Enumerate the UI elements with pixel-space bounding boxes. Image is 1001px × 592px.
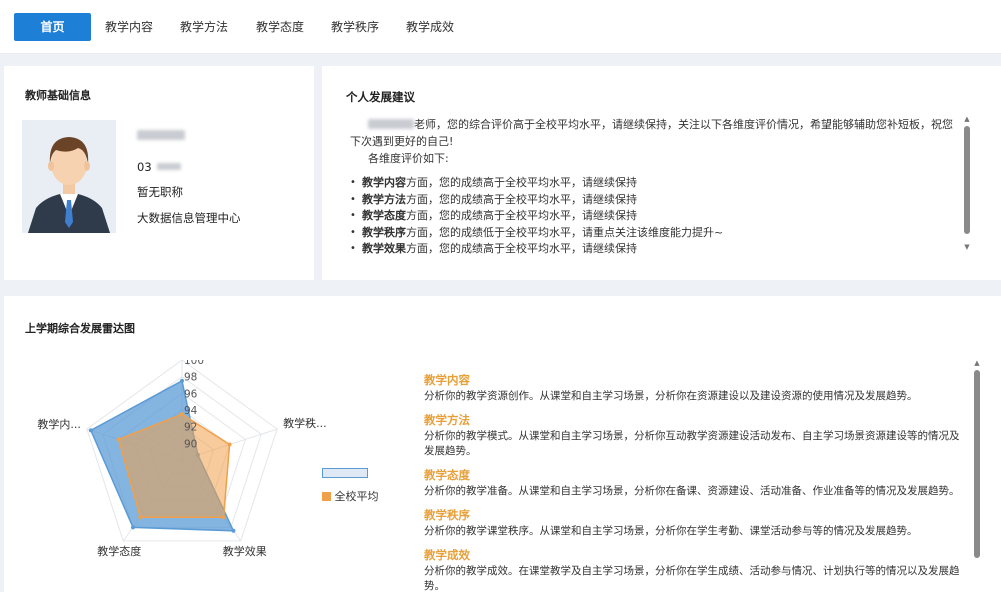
dimension-desc: 分析你的教学课堂秩序。从课堂和自主学习场景，分析你在学生考勤、课堂活动参与等的情…: [424, 525, 918, 537]
legend-school-swatch: [322, 492, 331, 501]
dimension-list: 教学内容 分析你的教学资源创作。从课堂和自主学习场景，分析你在资源建设以及建设资…: [424, 372, 969, 592]
radar-scale-label: 98: [184, 372, 197, 384]
legend-school-label: 全校平均: [334, 490, 379, 503]
list-item: 教学态度 分析你的教学准备。从课堂和自主学习场景，分析你在备课、资源建设、活动准…: [424, 467, 969, 499]
tab-teaching-order[interactable]: 教学秩序: [326, 13, 384, 41]
advice-text: 方面，您的成绩高于全校平均水平，请继续保持: [406, 192, 637, 206]
tab-home[interactable]: 首页: [14, 13, 91, 41]
radar-scale-label: 94: [184, 405, 198, 417]
list-item: 教学方法方面，您的成绩高于全校平均水平，请继续保持: [350, 192, 960, 209]
dimension-desc: 分析你的教学资源创作。从课堂和自主学习场景，分析你在资源建设以及建设资源的使用情…: [424, 390, 918, 402]
radar-axis-label: 教学态度: [97, 544, 141, 558]
radar-scale-label: 92: [184, 422, 197, 434]
advice-dim: 教学内容: [362, 176, 406, 189]
radar-point-school: [221, 515, 226, 520]
teacher-id-redacted: [157, 163, 182, 170]
radar-point-teacher: [231, 528, 236, 533]
advice-dim: 教学效果: [362, 242, 406, 255]
tab-teaching-content[interactable]: 教学内容: [100, 13, 158, 41]
dimension-title: 教学秩序: [424, 508, 470, 522]
radar-point-school: [116, 437, 121, 442]
radar-point-school: [138, 515, 143, 520]
teacher-department: 大数据信息管理中心: [137, 211, 241, 225]
radar-scale-label: 100: [184, 360, 204, 367]
dimension-title: 教学态度: [424, 468, 470, 482]
radar-point-teacher: [131, 525, 136, 530]
advice-dim: 教学秩序: [362, 225, 406, 239]
advice-title: 个人发展建议: [346, 90, 415, 104]
teacher-avatar: [22, 120, 116, 233]
dimension-desc: 分析你的教学模式。从课堂和自主学习场景，分析你互动教学资源建设活动发布、自主学习…: [424, 430, 960, 457]
legend-school: 全校平均: [322, 488, 379, 504]
teacher-info-title: 教师基础信息: [25, 89, 91, 102]
radar-point-school: [227, 442, 232, 447]
advice-text: 方面，您的成绩高于全校平均水平，请继续保持: [406, 242, 637, 255]
dimension-scrollbar[interactable]: ▲: [972, 358, 982, 592]
scroll-up-icon[interactable]: ▲: [972, 358, 982, 368]
advice-dim: 教学态度: [362, 209, 406, 222]
list-item: 教学秩序方面，您的成绩低于全校平均水平，请重点关注该维度能力提升~: [350, 225, 960, 242]
advice-intro-text: 老师，您的综合评价高于全校平均水平，请继续保持，关注以下各维度评价情况，希望能够…: [350, 118, 953, 148]
list-item: 教学内容方面，您的成绩高于全校平均水平，请继续保持: [350, 175, 960, 192]
teacher-id-text: 03: [137, 160, 152, 174]
avatar-image: [22, 120, 116, 233]
radar-axis-label: 教学秩...: [283, 416, 327, 430]
scroll-up-icon[interactable]: ▲: [962, 114, 972, 124]
list-item: 教学方法 分析你的教学模式。从课堂和自主学习场景，分析你互动教学资源建设活动发布…: [424, 412, 969, 459]
advice-text: 方面，您的成绩低于全校平均水平，请重点关注该维度能力提升~: [406, 225, 724, 239]
teacher-name-redacted: [137, 130, 185, 140]
list-item: 教学效果方面，您的成绩高于全校平均水平，请继续保持: [350, 241, 960, 258]
advice-sub-intro: 各维度评价如下:: [368, 152, 449, 165]
advice-intro: 老师，您的综合评价高于全校平均水平，请继续保持，关注以下各维度评价情况，希望能够…: [350, 116, 960, 150]
advice-text: 方面，您的成绩高于全校平均水平，请继续保持: [406, 176, 637, 189]
radar-scale-label: 96: [184, 388, 198, 400]
advice-content: 老师，您的综合评价高于全校平均水平，请继续保持，关注以下各维度评价情况，希望能够…: [350, 116, 960, 258]
legend-teacher-swatch: [322, 468, 368, 478]
advice-list: 教学内容方面，您的成绩高于全校平均水平，请继续保持 教学方法方面，您的成绩高于全…: [350, 175, 960, 258]
list-item: 教学成效 分析你的教学成效。在课堂教学及自主学习场景，分析你在学生成绩、活动参与…: [424, 547, 969, 592]
tab-teaching-effect[interactable]: 教学成效: [401, 13, 459, 41]
tab-teaching-attitude[interactable]: 教学态度: [251, 13, 309, 41]
radar-title: 上学期综合发展雷达图: [25, 322, 135, 335]
radar-chart: 9092949698100教学方法教学秩...教学效果教学态度教学内...: [37, 360, 327, 558]
tab-teaching-method[interactable]: 教学方法: [175, 13, 233, 41]
radar-scale-label: 90: [184, 438, 197, 450]
advice-scrollbar-thumb[interactable]: [964, 126, 970, 234]
dimension-desc: 分析你的教学成效。在课堂教学及自主学习场景，分析你在学生成绩、活动参与情况、计划…: [424, 565, 960, 592]
advice-dim: 教学方法: [362, 192, 406, 206]
advice-scrollbar[interactable]: ▲ ▼: [962, 114, 972, 254]
radar-axis-label: 教学效果: [223, 544, 267, 558]
list-item: 教学秩序 分析你的教学课堂秩序。从课堂和自主学习场景，分析你在学生考勤、课堂活动…: [424, 507, 969, 539]
dimension-title: 教学方法: [424, 413, 470, 427]
radar-point-teacher: [88, 428, 93, 433]
list-item: 教学内容 分析你的教学资源创作。从课堂和自主学习场景，分析你在资源建设以及建设资…: [424, 372, 969, 404]
advice-text: 方面，您的成绩高于全校平均水平，请继续保持: [406, 209, 637, 222]
teacher-id: 03: [137, 160, 182, 174]
list-item: 教学态度方面，您的成绩高于全校平均水平，请继续保持: [350, 208, 960, 225]
dimension-title: 教学成效: [424, 548, 470, 562]
teacher-rank: 暂无职称: [137, 185, 183, 199]
radar-axis-label: 教学内...: [37, 417, 81, 431]
dimension-scrollbar-thumb[interactable]: [974, 370, 980, 558]
dimension-desc: 分析你的教学准备。从课堂和自主学习场景，分析你在备课、资源建设、活动准备、作业准…: [424, 485, 960, 497]
top-nav: 首页 教学内容 教学方法 教学态度 教学秩序 教学成效: [0, 0, 1001, 54]
scroll-down-icon[interactable]: ▼: [962, 242, 972, 252]
advice-name-redacted: [368, 119, 414, 129]
dimension-title: 教学内容: [424, 373, 470, 387]
